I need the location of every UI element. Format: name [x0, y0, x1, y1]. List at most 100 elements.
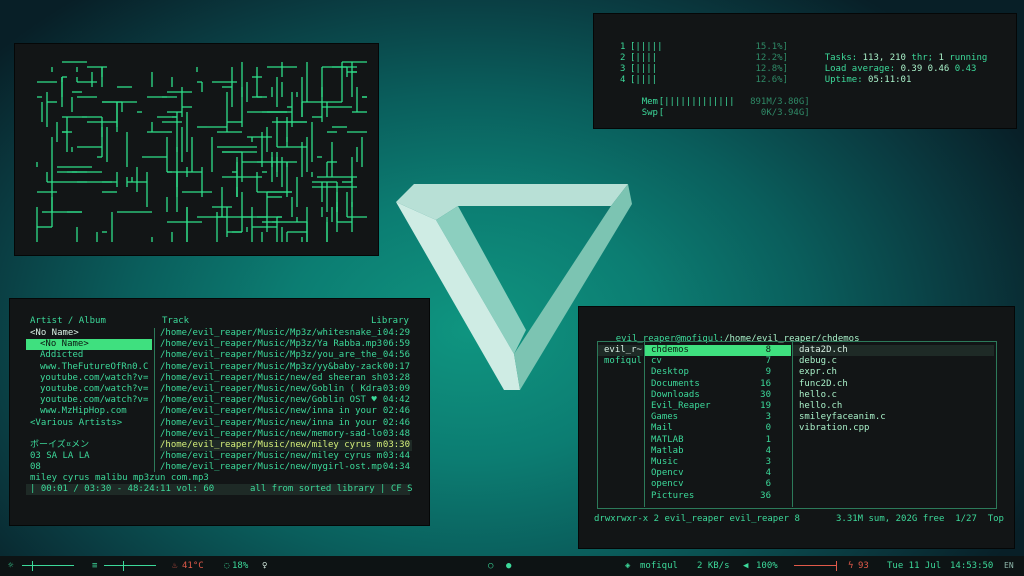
- directory-entry[interactable]: Downloads 30: [645, 390, 791, 401]
- parent-dir-entry[interactable]: mofiqul: [598, 356, 643, 367]
- track-row[interactable]: /home/evil_reaper/Music/new/Goblin OST ♥…: [160, 395, 412, 406]
- track-row[interactable]: /home/evil_reaper/Music/new/inna in your…: [160, 418, 412, 429]
- directory-entry[interactable]: Music 3: [645, 457, 791, 468]
- directory-entry[interactable]: opencv 6: [645, 479, 791, 490]
- track-duration: 03:28: [382, 372, 410, 383]
- parent-dir-entry[interactable]: evil_r~: [598, 345, 643, 357]
- file-entry[interactable]: hello.ch: [793, 401, 994, 412]
- battery-level-knob: [836, 561, 837, 571]
- artist-item[interactable]: www.TheFutureOfRn0.C: [26, 362, 152, 373]
- track-row[interactable]: /home/evil_reaper/Music/new/mygirl-ost.m…: [160, 462, 412, 473]
- track-row[interactable]: /home/evil_reaper/Music/new/Goblin ( Kdr…: [160, 384, 412, 395]
- file-entry[interactable]: debug.c: [793, 356, 994, 367]
- directory-entry[interactable]: Matlab 4: [645, 446, 791, 457]
- volume-knob[interactable]: [123, 561, 124, 571]
- workspace-2-icon[interactable]: ●: [506, 556, 511, 576]
- cpu-percent: 12.2%]: [755, 53, 788, 63]
- maze-screensaver-window[interactable]: [14, 43, 379, 256]
- directory-entry[interactable]: cv 7: [645, 356, 791, 367]
- directory-count: 16: [760, 378, 771, 389]
- artist-item[interactable]: www.MzHipHop.com: [26, 406, 152, 417]
- brightness-icon[interactable]: ☼: [8, 556, 13, 576]
- workspace-1-icon[interactable]: ○: [488, 556, 493, 576]
- directory-count: 3: [765, 457, 771, 467]
- battery-icon: ϟ: [848, 561, 854, 571]
- track-row[interactable]: /home/evil_reaper/Music/Mp3z/yy&baby-zac…: [160, 362, 412, 373]
- track-duration: 03:48: [382, 428, 410, 439]
- file-entry[interactable]: data2D.ch: [793, 345, 994, 357]
- brightness-slider[interactable]: [22, 565, 74, 566]
- cpu-icon: ◌: [224, 561, 230, 571]
- directory-count: 6: [765, 479, 771, 490]
- playback-status: | 00:01 / 03:30 - 48:24:11 vol: 60: [30, 484, 215, 494]
- track-duration: 02:46: [382, 406, 410, 417]
- track-row[interactable]: /home/evil_reaper/Music/new/ed sheeran s…: [160, 373, 412, 384]
- track-duration: 02:46: [382, 417, 410, 428]
- file-entry[interactable]: func2D.ch: [793, 379, 994, 390]
- file-entry[interactable]: expr.ch: [793, 367, 994, 378]
- menu-icon[interactable]: ≡: [92, 556, 97, 576]
- hostname: mofiqul: [640, 561, 678, 571]
- track-path: /home/evil_reaper/Music/new/inna in your: [160, 406, 377, 417]
- brightness-knob[interactable]: [32, 561, 33, 571]
- directory-entry[interactable]: Opencv 4: [645, 468, 791, 479]
- directory-name: Music: [651, 457, 679, 467]
- volume-slider[interactable]: [104, 565, 156, 566]
- artist-item[interactable]: <No Name>: [26, 328, 152, 339]
- track-row[interactable]: /home/evil_reaper/Music/Mp3z/Ya Rabba.mp…: [160, 339, 412, 350]
- artist-item[interactable]: youtube.com/watch?v=: [26, 395, 152, 406]
- now-playing: miley cyrus malibu mp3zun com.mp3: [30, 473, 209, 483]
- track-duration: 00:17: [382, 361, 410, 372]
- ranger-file-manager-window[interactable]: evil_reaper@mofiqul:/home/evil_reaper/ch…: [578, 306, 1015, 549]
- track-path: /home/evil_reaper/Music/new/memory-sad-l…: [160, 428, 383, 439]
- artist-item[interactable]: Addicted: [26, 350, 152, 361]
- artist-item[interactable]: 08: [26, 462, 152, 473]
- cpu-number: 4: [620, 75, 626, 85]
- directory-name: Documents: [651, 378, 700, 389]
- artist-album-header: Artist / Album: [30, 316, 106, 326]
- directory-name: Games: [651, 412, 679, 423]
- maze-lines: [36, 61, 367, 242]
- directory-name: Desktop: [651, 367, 689, 378]
- track-row[interactable]: /home/evil_reaper/Music/Mp3z/whitesnake_…: [160, 328, 412, 339]
- track-row[interactable]: /home/evil_reaper/Music/new/miley cyrus …: [160, 440, 412, 452]
- clock[interactable]: 14:53:50: [950, 556, 993, 576]
- track-row[interactable]: /home/evil_reaper/Music/Mp3z/you_are_the…: [160, 350, 412, 361]
- directory-entry[interactable]: Pictures 36: [645, 491, 791, 502]
- directory-entry[interactable]: Desktop 9: [645, 367, 791, 378]
- wifi-icon[interactable]: ◈: [625, 556, 630, 576]
- directory-count: 4: [765, 468, 771, 479]
- track-row[interactable]: /home/evil_reaper/Music/new/inna in your…: [160, 406, 412, 417]
- artist-item[interactable]: 03 SA LA LA: [26, 451, 152, 462]
- artist-item[interactable]: <No Name>: [26, 339, 152, 351]
- speaker-icon[interactable]: ◀: [743, 556, 748, 576]
- directory-entry[interactable]: Mail 0: [645, 423, 791, 434]
- directory-entry[interactable]: Games 3: [645, 412, 791, 423]
- cmus-player-window[interactable]: Artist / Album Track Library <No Name> <N…: [9, 298, 430, 526]
- track-row[interactable]: /home/evil_reaper/Music/new/memory-sad-l…: [160, 429, 412, 440]
- file-entry[interactable]: hello.c: [793, 390, 994, 401]
- directory-entry[interactable]: Evil_Reaper 19: [645, 401, 791, 412]
- directory-entry[interactable]: chdemos 8: [645, 345, 791, 357]
- directory-count: 36: [760, 490, 771, 501]
- file-entry[interactable]: vibration.cpp: [793, 423, 994, 434]
- cpu-bar: [|||||: [630, 42, 663, 52]
- htop-window[interactable]: 1 [||||| 15.1%] 2 [|||| 12.2%] 3 [|||| 12.8%] 4 [|…: [593, 13, 1017, 129]
- directory-name: Evil_Reaper: [651, 401, 711, 411]
- keyboard-layout[interactable]: EN: [1004, 556, 1014, 576]
- directory-count: 4: [765, 445, 771, 456]
- directory-count: 7: [765, 356, 771, 367]
- track-row[interactable]: /home/evil_reaper/Music/new/miley cyrus …: [160, 451, 412, 462]
- artist-item[interactable]: <Various Artists>: [26, 418, 152, 429]
- artist-item[interactable]: ボーイズ¤メン: [26, 440, 152, 451]
- uptime-line: Uptime: 05:11:01: [824, 75, 912, 86]
- directory-name: opencv: [651, 479, 684, 490]
- track-path: /home/evil_reaper/Music/Mp3z/Ya Rabba.mp…: [160, 339, 383, 350]
- directory-entry[interactable]: Documents 16: [645, 379, 791, 390]
- artist-item[interactable]: youtube.com/watch?v=: [26, 384, 152, 395]
- directory-entry[interactable]: MATLAB 1: [645, 435, 791, 446]
- file-entry[interactable]: smileyfaceanim.c: [793, 412, 994, 423]
- track-path: /home/evil_reaper/Music/new/Goblin ( Kdr…: [160, 384, 383, 394]
- artist-item[interactable]: youtube.com/watch?v=: [26, 373, 152, 384]
- cpu-bar: [||||: [630, 53, 658, 63]
